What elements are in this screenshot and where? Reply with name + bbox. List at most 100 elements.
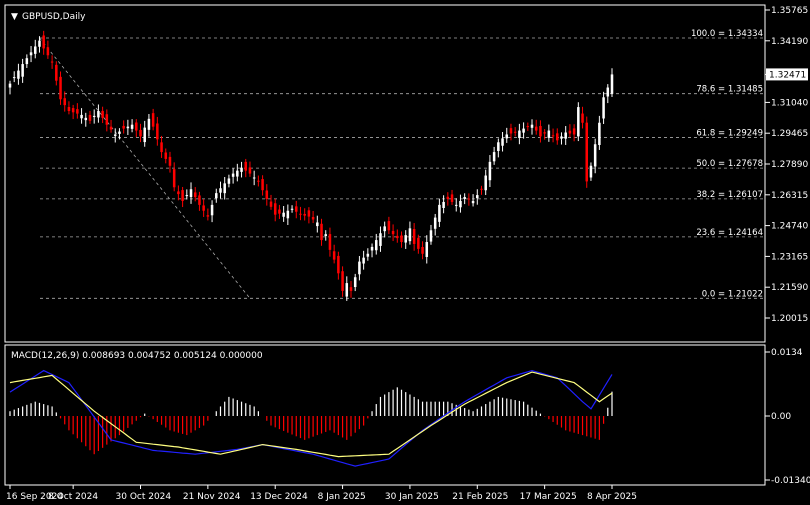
fib-level-label: 100.0 = 1.34334 [691, 29, 763, 39]
candle-bear [135, 122, 138, 131]
candle-bull [404, 235, 407, 243]
candle-bull [425, 242, 429, 257]
time-tick-label: 8 Oct 2024 [48, 492, 98, 502]
macd-label: MACD(12,26,9) 0.008693 0.004752 0.005124… [11, 351, 263, 361]
time-tick-label: 30 Oct 2024 [116, 492, 172, 502]
candle-bear [572, 128, 576, 135]
candle-bear [480, 188, 483, 190]
candle-bear [581, 113, 584, 123]
candle-bull [492, 152, 496, 162]
candle-bear [177, 191, 180, 195]
candle-bull [118, 131, 121, 134]
candle-bear [446, 196, 450, 200]
fib-level-label: 50.0 = 1.27678 [696, 159, 763, 169]
candle-bull [147, 118, 151, 130]
price-tick-label: 1.20015 [771, 314, 808, 324]
time-tick-label: 21 Feb 2025 [452, 492, 508, 502]
candle-bear [139, 129, 142, 137]
candle-bull [240, 167, 243, 172]
candle-bull [12, 77, 16, 79]
candle-bear [543, 132, 546, 134]
candle-bull [126, 126, 130, 129]
candle-bear [412, 229, 416, 244]
fib-level-label: 61.8 = 1.29249 [696, 128, 763, 138]
candle-bull [366, 253, 370, 257]
candle-bull [606, 87, 610, 97]
candle-bear [257, 180, 260, 182]
candle-bear [181, 190, 184, 201]
candle-bull [286, 210, 290, 219]
time-tick-label: 30 Jan 2025 [385, 492, 439, 502]
candle-bear [42, 35, 45, 49]
candle-bull [433, 217, 437, 229]
candle-bull [353, 277, 357, 288]
candle-bull [345, 283, 349, 297]
candle-bull [374, 240, 378, 251]
candle-bull [577, 107, 580, 137]
price-tick-label: 1.31040 [771, 98, 808, 108]
candle-bear [421, 246, 424, 254]
candle-bull [598, 122, 601, 146]
candle-bear [320, 223, 323, 241]
candle-bear [59, 76, 62, 100]
candle-bull [113, 134, 117, 136]
candle-bull [324, 234, 327, 237]
chart-window[interactable]: ▼ GBPUSD,Daily MACD(12,26,9) 0.008693 0.… [0, 0, 810, 505]
candle-bear [556, 133, 559, 141]
time-tick-label: 8 Jan 2025 [318, 492, 366, 502]
candle-bull [497, 142, 500, 151]
candle-bear [105, 114, 109, 125]
candle-bull [383, 226, 386, 232]
candle-bear [299, 213, 302, 215]
candle-bear [513, 131, 517, 133]
candle-bear [509, 128, 513, 134]
candle-bull [189, 189, 193, 198]
time-tick-label: 8 Apr 2025 [587, 492, 637, 502]
candle-bull [215, 193, 218, 199]
current-price-label: 1.32471 [769, 70, 806, 80]
candle-bull [38, 40, 41, 47]
candle-bear [71, 108, 75, 113]
price-tick-label: 1.21590 [771, 283, 808, 293]
candle-bear [387, 221, 391, 231]
candle-bull [602, 97, 605, 119]
candle-bull [442, 201, 445, 208]
candle-bull [316, 222, 319, 227]
candle-bear [332, 251, 336, 260]
fib-level-label: 23.6 = 1.24164 [696, 228, 763, 238]
candle-bear [67, 106, 71, 112]
candle-bear [261, 179, 264, 191]
candle-bull [290, 208, 294, 210]
price-tick-label: 1.34190 [771, 37, 808, 47]
candle-bear [76, 109, 79, 114]
candle-bear [400, 235, 403, 243]
candle-bull [84, 117, 88, 121]
candle-bull [358, 261, 361, 275]
candle-bear [417, 237, 420, 249]
candle-bear [311, 216, 315, 220]
candle-bear [109, 126, 113, 130]
dropdown-triangle-icon[interactable]: ▼ [11, 12, 18, 22]
candle-bull [589, 165, 593, 178]
candle-bear [568, 130, 572, 134]
candle-bear [526, 126, 530, 128]
candle-bull [476, 195, 479, 199]
chart-background [0, 0, 810, 505]
candle-bear [391, 230, 395, 235]
price-tick-label: 1.24740 [771, 222, 808, 232]
time-tick-label: 13 Dec 2024 [250, 492, 308, 502]
candle-bear [450, 194, 454, 202]
candle-bear [551, 135, 555, 137]
candle-bull [593, 144, 597, 167]
candle-bear [295, 206, 298, 212]
candle-bull [505, 134, 509, 139]
price-tick-label: 1.23165 [771, 252, 808, 262]
candle-bear [101, 110, 104, 118]
candle-bull [484, 175, 487, 191]
candle-bull [379, 233, 382, 246]
candle-bull [530, 124, 534, 128]
candle-bear [160, 142, 163, 153]
candle-bear [307, 210, 311, 217]
price-tick-label: 1.27890 [771, 160, 808, 170]
candle-bear [273, 203, 277, 215]
